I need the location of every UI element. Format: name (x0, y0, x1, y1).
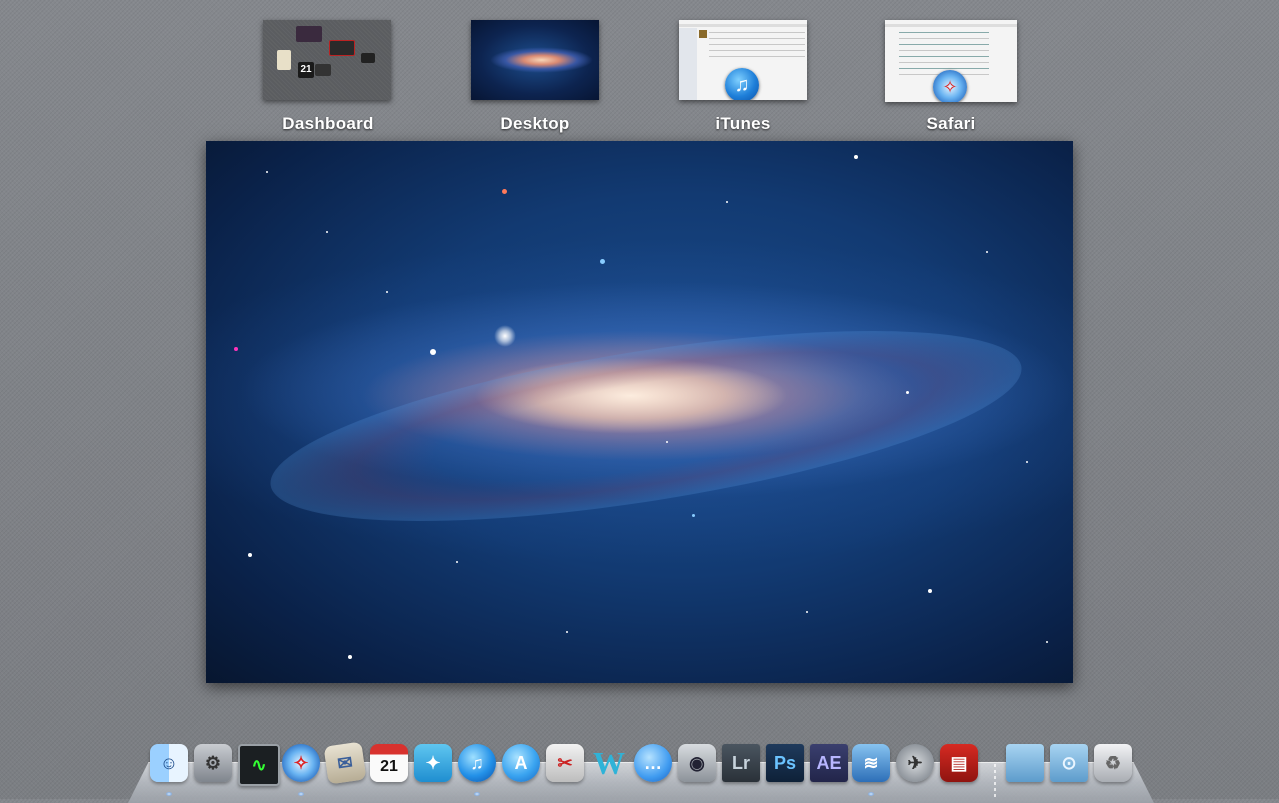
applications-folder-icon[interactable] (1006, 744, 1044, 782)
star (348, 655, 352, 659)
space-safari-thumbnail[interactable]: ✧ (885, 20, 1017, 102)
image-capture-icon[interactable]: ≋ (852, 744, 890, 782)
star (248, 553, 252, 557)
galaxy-image (258, 292, 1034, 560)
running-indicator (298, 792, 304, 796)
star (854, 155, 858, 159)
desktop-wallpaper-preview[interactable] (206, 141, 1073, 683)
star (906, 391, 909, 394)
tweetie-icon[interactable]: ✂ (546, 744, 584, 782)
space-dashboard-thumbnail[interactable]: 21 (263, 20, 391, 100)
ical-icon[interactable]: 21 (370, 744, 408, 782)
after-effects-icon[interactable]: AE (810, 744, 848, 782)
dashboard-widget (361, 53, 375, 63)
star (266, 171, 268, 173)
star (234, 347, 238, 351)
system-preferences-icon[interactable]: ⚙ (194, 744, 232, 782)
space-label-safari: Safari (926, 114, 976, 133)
star (456, 561, 458, 563)
w-app-icon[interactable]: W (590, 744, 628, 782)
app-store-icon[interactable]: A (502, 744, 540, 782)
safari-icon[interactable]: ✧ (282, 744, 320, 782)
star (806, 611, 808, 613)
trash-icon[interactable]: ♻ (1094, 744, 1132, 782)
dashboard-widget (315, 64, 331, 76)
star (566, 631, 568, 633)
calendar-widget: 21 (298, 62, 314, 78)
star (494, 325, 516, 347)
space-itunes-thumbnail[interactable]: ♫ (679, 20, 807, 100)
running-indicator (474, 792, 480, 796)
star (692, 514, 695, 517)
ichat-icon[interactable]: … (634, 744, 672, 782)
space-label-dashboard: Dashboard (282, 114, 374, 133)
dashboard-widget (329, 40, 355, 56)
star (386, 291, 388, 293)
running-indicator (166, 792, 172, 796)
star (502, 189, 507, 194)
spaces-bar: 21 Dashboard Desktop ♫ iTunes ✧ Safari (0, 0, 1279, 140)
star (430, 349, 436, 355)
downloads-folder-icon[interactable]: ⊙ (1050, 744, 1088, 782)
finder-icon[interactable]: ☺ (150, 744, 188, 782)
space-label-itunes: iTunes (715, 114, 771, 133)
dock: ☺ ⚙ ∿ ✧ ✉ 21 ✦ ♫ A ✂ W … ◉ Lr Ps AE ≋ ✈ … (0, 736, 1279, 803)
star (986, 251, 988, 253)
photo-booth-icon[interactable]: ▤ (940, 744, 978, 782)
star (1046, 641, 1048, 643)
twitter-icon[interactable]: ✦ (414, 744, 452, 782)
itunes-icon[interactable]: ♫ (458, 744, 496, 782)
launchpad-icon[interactable]: ✈ (896, 744, 934, 782)
space-label-desktop: Desktop (500, 114, 570, 133)
photoshop-icon[interactable]: Ps (766, 744, 804, 782)
star (600, 259, 605, 264)
star (1026, 461, 1028, 463)
space-desktop-thumbnail[interactable] (471, 20, 599, 100)
dashboard-widget (296, 26, 322, 42)
running-indicator (868, 792, 874, 796)
itunes-icon: ♫ (725, 68, 759, 100)
star (326, 231, 328, 233)
calculator-widget (277, 50, 291, 70)
mail-icon[interactable]: ✉ (323, 741, 367, 785)
activity-monitor-icon[interactable]: ∿ (238, 744, 280, 786)
star (726, 201, 728, 203)
dock-separator (994, 764, 996, 798)
facetime-icon[interactable]: ◉ (678, 744, 716, 782)
safari-icon: ✧ (933, 70, 967, 102)
lightroom-icon[interactable]: Lr (722, 744, 760, 782)
star (928, 589, 932, 593)
star (666, 441, 668, 443)
